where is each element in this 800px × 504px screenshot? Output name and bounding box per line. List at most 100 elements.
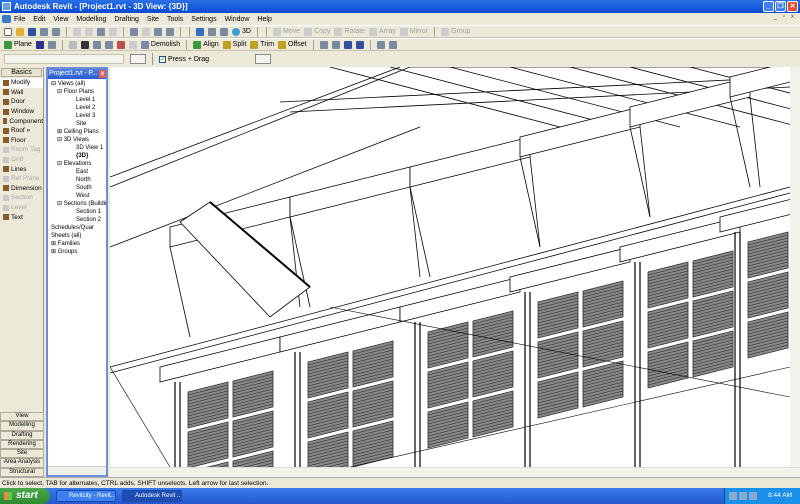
undo-icon[interactable] — [130, 27, 138, 36]
design-bar-roof[interactable]: Roof » — [0, 126, 43, 136]
design-bar-door[interactable]: Door — [0, 97, 43, 107]
delete-icon[interactable] — [109, 27, 117, 36]
coordination-review-icon[interactable] — [331, 40, 340, 49]
doc-minimize-button[interactable]: _ — [774, 14, 777, 20]
browser-tree-item[interactable]: North — [48, 176, 106, 184]
linework-icon[interactable] — [68, 40, 77, 49]
doc-restore-button[interactable]: ▫ — [783, 14, 785, 20]
paste-aligned-icon[interactable] — [388, 40, 397, 49]
camera-icon[interactable] — [220, 27, 228, 36]
join-icon[interactable] — [92, 40, 101, 49]
copy-button[interactable]: Copy — [314, 28, 330, 35]
browser-tree-item[interactable]: ⊟ Views (all) — [48, 80, 106, 88]
design-bar-component[interactable]: Component — [0, 116, 43, 126]
menu-window[interactable]: Window — [225, 16, 250, 23]
zoom-icon[interactable] — [196, 27, 204, 36]
design-bar-tab-basics[interactable]: Basics — [1, 68, 42, 77]
browser-tree-item[interactable]: West — [48, 192, 106, 200]
expand-toggle-icon[interactable]: ⊟ — [51, 81, 56, 87]
open-icon[interactable] — [16, 27, 24, 36]
menu-edit[interactable]: Edit — [33, 16, 45, 23]
start-button[interactable]: start — [0, 488, 50, 504]
document-icon[interactable] — [2, 15, 11, 23]
match-type-icon[interactable] — [376, 40, 385, 49]
paint-icon[interactable] — [80, 40, 89, 49]
whats-this-icon[interactable] — [166, 27, 174, 36]
design-bar-tab-rendering[interactable]: Rendering — [0, 439, 44, 450]
menu-view[interactable]: View — [53, 16, 68, 23]
design-bar-wall[interactable]: Wall — [0, 88, 43, 98]
thin-lines-icon[interactable] — [154, 27, 162, 36]
view-vertical-scrollbar[interactable] — [790, 67, 800, 467]
display-icon[interactable] — [739, 492, 747, 500]
split-face-icon[interactable] — [116, 40, 125, 49]
expand-toggle-icon[interactable]: ⊟ — [57, 89, 62, 95]
minimize-button[interactable]: _ — [763, 1, 774, 12]
close-button[interactable]: ✕ — [787, 1, 798, 12]
move-button[interactable]: Move — [283, 28, 300, 35]
pin-icon[interactable] — [343, 40, 352, 49]
design-bar-dimension[interactable]: Dimension — [0, 184, 43, 194]
taskbar-item-revit[interactable]: Autodesk Revit ... — [122, 490, 182, 502]
design-bar-floor[interactable]: Floor — [0, 136, 43, 146]
menu-drafting[interactable]: Drafting — [114, 16, 139, 23]
expand-toggle-icon[interactable]: ⊞ — [51, 249, 56, 255]
browser-tree-item[interactable]: {3D} — [48, 152, 106, 160]
design-bar-window[interactable]: Window — [0, 107, 43, 117]
split-button[interactable]: Split — [233, 41, 247, 48]
browser-tree-item[interactable]: Level 2 — [48, 104, 106, 112]
3d-view-canvas[interactable] — [110, 67, 790, 467]
paste-icon[interactable] — [97, 27, 105, 36]
design-bar-tab-drafting[interactable]: Drafting — [0, 430, 44, 440]
type-selector[interactable] — [4, 54, 124, 64]
design-bar-tab-structural[interactable]: Structural — [0, 467, 44, 477]
demolish-button[interactable]: Demolish — [151, 41, 180, 48]
design-bar-tab-modelling[interactable]: Modelling — [0, 421, 44, 431]
copy-clip-icon[interactable] — [85, 27, 93, 36]
network-icon[interactable] — [729, 492, 737, 500]
browser-tree-item[interactable]: Sheets (all) — [48, 232, 106, 240]
wall-join-icon[interactable] — [128, 40, 137, 49]
browser-tree-item[interactable]: ⊟ Floor Plans — [48, 88, 106, 96]
view-horizontal-scrollbar[interactable] — [110, 467, 800, 477]
mirror-button[interactable]: Mirror — [410, 28, 428, 35]
doc-close-button[interactable]: x — [791, 14, 794, 20]
close-browser-button[interactable]: x — [99, 70, 106, 78]
menu-settings[interactable]: Settings — [191, 16, 216, 23]
browser-horizontal-scrollbar[interactable] — [48, 466, 106, 475]
default-3d-view-icon[interactable] — [232, 27, 240, 36]
menu-file[interactable]: File — [14, 16, 25, 23]
browser-tree-item[interactable]: South — [48, 184, 106, 192]
press-drag-checkbox[interactable]: ✓ Press + Drag — [159, 55, 209, 63]
plane-button[interactable]: Plane — [14, 41, 32, 48]
design-bar-tab-area-analysis[interactable]: Area Analysis — [0, 458, 44, 468]
menu-site[interactable]: Site — [147, 16, 159, 23]
save-all-icon[interactable] — [40, 27, 48, 36]
browser-tree-item[interactable]: Section 2 — [48, 216, 106, 224]
browser-tree-item[interactable]: ⊟ Sections (Building — [48, 200, 106, 208]
design-bar-tab-view[interactable]: View — [0, 411, 44, 422]
browser-tree-item[interactable]: 3D View 1 — [48, 144, 106, 152]
browser-tree-item[interactable]: ⊟ 3D Views — [48, 136, 106, 144]
browser-tree-item[interactable]: ⊞ Families — [48, 240, 106, 248]
menu-help[interactable]: Help — [257, 16, 271, 23]
properties-button[interactable] — [130, 54, 146, 64]
browser-tree-item[interactable]: Schedules/Quar — [48, 224, 106, 232]
expand-toggle-icon[interactable]: ⊟ — [57, 161, 62, 167]
offset-button[interactable]: Offset — [288, 41, 307, 48]
browser-tree-item[interactable]: ⊞ Groups — [48, 248, 106, 256]
array-button[interactable]: Array — [379, 28, 396, 35]
menu-tools[interactable]: Tools — [167, 16, 183, 23]
view-3d-button[interactable]: 3D — [242, 28, 251, 35]
rotate-button[interactable]: Rotate — [344, 28, 365, 35]
copy-monitor-icon[interactable] — [319, 40, 328, 49]
taskbar-item-revitcity[interactable]: Revitcity - Revit... — [56, 490, 116, 502]
color-fill-icon[interactable] — [35, 40, 44, 49]
expand-toggle-icon[interactable]: ⊟ — [57, 201, 62, 207]
design-bar-tab-site[interactable]: Site — [0, 449, 44, 459]
cut-icon[interactable] — [73, 27, 81, 36]
restore-button[interactable]: ❐ — [775, 1, 786, 12]
redo-icon[interactable] — [142, 27, 150, 36]
browser-tree-item[interactable]: Section 1 — [48, 208, 106, 216]
unpin-icon[interactable] — [355, 40, 364, 49]
